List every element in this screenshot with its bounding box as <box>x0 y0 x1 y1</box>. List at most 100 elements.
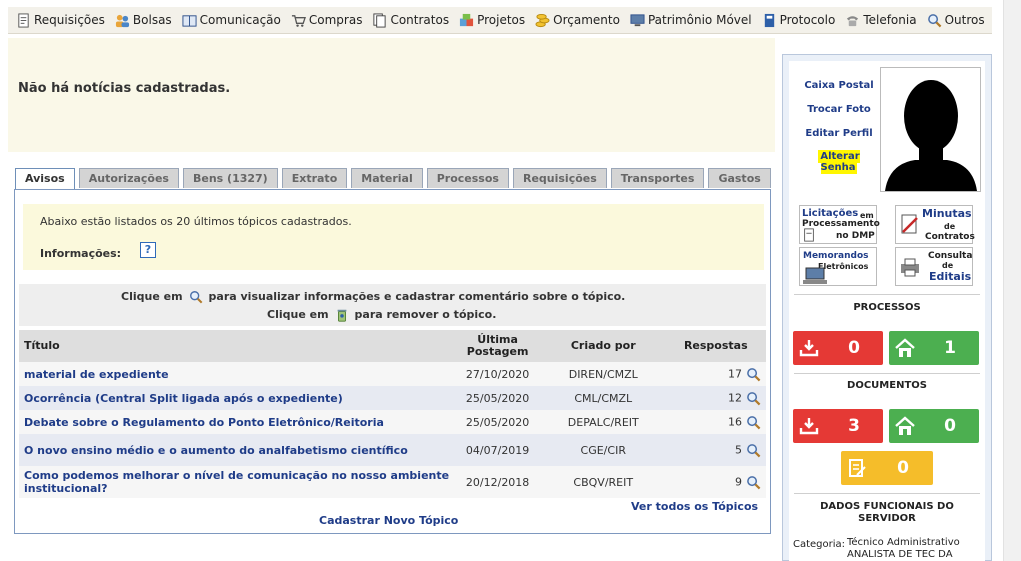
silhouette-icon <box>881 68 980 191</box>
view-topic-icon[interactable] <box>746 443 761 458</box>
menu-compras[interactable]: Compras <box>291 13 362 28</box>
categoria-value: Técnico Administrativo <box>847 537 960 548</box>
news-box: Não há notícias cadastradas. <box>8 38 775 152</box>
new-topic-link[interactable]: Cadastrar Novo Tópico <box>319 514 458 527</box>
view-topic-icon[interactable] <box>746 367 761 382</box>
menu-projetos[interactable]: Projetos <box>459 13 525 28</box>
topic-replies-cell: 16 <box>665 410 766 434</box>
coins-icon <box>535 13 550 27</box>
tab-bar: Avisos Autorizações Bens (1327) Extrato … <box>15 168 775 190</box>
avatar <box>880 67 981 192</box>
topic-replies-cell: 5 <box>665 434 766 466</box>
menu-outros[interactable]: Outros <box>927 13 985 28</box>
minutas-button[interactable]: Minutas de Contratos <box>895 205 975 244</box>
divider <box>794 373 980 374</box>
all-topics-link[interactable]: Ver todos os Tópicos <box>631 500 758 513</box>
info-box: Abaixo estão listados os 20 últimos tópi… <box>23 204 764 270</box>
menu-protocolo[interactable]: Protocolo <box>762 13 835 28</box>
binder-icon <box>764 13 774 27</box>
memorandos-button[interactable]: Memorandos Eletrônicos <box>799 247 877 286</box>
documentos-pending-button[interactable]: 0 <box>841 451 933 485</box>
people-icon <box>115 14 129 27</box>
search-icon <box>927 13 941 27</box>
processos-inbox-count: 0 <box>848 338 860 358</box>
header-last-post: Última Postagem <box>454 330 541 362</box>
magnifier-icon <box>189 291 202 304</box>
menu-orcamento[interactable]: Orçamento <box>535 13 620 28</box>
menu-patrimonio-movel[interactable]: Patrimônio Móvel <box>630 13 752 28</box>
processos-home-count: 1 <box>944 338 956 358</box>
processos-title: PROCESSOS <box>853 302 921 313</box>
topic-created-by: CML/CMZL <box>540 386 666 410</box>
table-row: material de expediente 27/10/2020 DIREN/… <box>19 362 766 386</box>
categoria-label: Categoria: <box>793 539 846 550</box>
table-row: Debate sobre o Regulamento do Ponto Elet… <box>19 410 766 434</box>
help-icon[interactable]: ? <box>140 242 156 258</box>
mailbox-link[interactable]: Caixa Postal <box>799 80 879 91</box>
header-title: Título <box>19 330 455 362</box>
tab-material[interactable]: Material <box>351 168 423 188</box>
change-photo-link[interactable]: Trocar Foto <box>799 104 879 115</box>
editais-line3: Editais <box>929 270 972 283</box>
menu-contratos[interactable]: Contratos <box>372 12 449 28</box>
documentos-inbox-button[interactable]: 3 <box>793 409 883 443</box>
topic-last-post: 20/12/2018 <box>454 466 541 498</box>
processos-inbox-button[interactable]: 0 <box>793 331 883 365</box>
tab-gastos[interactable]: Gastos <box>708 168 771 188</box>
editais-button[interactable]: Consulta de Editais <box>895 247 973 286</box>
view-topic-icon[interactable] <box>746 415 761 430</box>
menu-requisicoes[interactable]: Requisições <box>16 12 105 28</box>
dados-title: DADOS FUNCIONAIS DO SERVIDOR <box>820 501 954 524</box>
tab-autorizacoes[interactable]: Autorizações <box>78 168 179 188</box>
page-scrollbar[interactable] <box>1003 0 1021 561</box>
info-label: Informações: <box>40 247 122 260</box>
menu-telefonia[interactable]: Telefonia <box>845 13 917 28</box>
topic-title-link[interactable]: Como podemos melhorar o nível de comunic… <box>19 466 455 498</box>
topic-replies-cell: 12 <box>665 386 766 410</box>
table-row: O novo ensino médio e o aumento do analf… <box>19 434 766 466</box>
menu-label: Outros <box>944 13 985 27</box>
change-password-link[interactable]: Alterar Senha <box>799 150 879 174</box>
topic-title-link[interactable]: O novo ensino médio e o aumento do analf… <box>19 434 455 466</box>
legend-view-pre: Clique em <box>121 290 183 303</box>
side-panel-inner: Caixa Postal Trocar Foto Editar Perfil A… <box>789 61 985 561</box>
menu-label: Patrimônio Móvel <box>647 13 752 27</box>
cargo-value: ANALISTA DE TEC DA <box>847 549 953 560</box>
documentos-inbox-count: 3 <box>848 416 860 436</box>
tab-bens[interactable]: Bens (1327) <box>182 168 278 188</box>
menu-bolsas[interactable]: Bolsas <box>115 13 172 28</box>
minutas-line3: Contratos <box>925 232 975 242</box>
topic-title-link[interactable]: Debate sobre o Regulamento do Ponto Elet… <box>19 410 455 434</box>
document-icon <box>18 12 29 28</box>
menu-label: Comunicação <box>199 13 281 27</box>
licitacoes-button[interactable]: Licitações em Processamento no DMP <box>799 205 880 244</box>
info-text: Abaixo estão listados os 20 últimos tópi… <box>40 215 352 228</box>
header-replies: Respostas <box>665 330 766 362</box>
tab-extrato[interactable]: Extrato <box>281 168 348 188</box>
printer-icon <box>901 258 919 277</box>
menu-label: Requisições <box>34 13 105 27</box>
topic-title-link[interactable]: Ocorrência (Central Split ligada após o … <box>19 386 455 410</box>
topic-last-post: 27/10/2020 <box>454 362 541 386</box>
tab-processos[interactable]: Processos <box>426 168 509 188</box>
processos-home-button[interactable]: 1 <box>889 331 979 365</box>
topic-title-link[interactable]: material de expediente <box>19 362 455 386</box>
contract-pen-icon <box>901 214 918 234</box>
minutas-line1: Minutas <box>922 207 972 220</box>
documentos-home-count: 0 <box>944 416 956 436</box>
legend-remove-post: para remover o tópico. <box>354 308 497 321</box>
puzzle-icon <box>460 13 474 26</box>
tab-transportes[interactable]: Transportes <box>610 168 705 188</box>
view-topic-icon[interactable] <box>746 391 761 406</box>
menu-comunicacao[interactable]: Comunicação <box>182 13 281 28</box>
home-icon <box>889 409 921 443</box>
tab-requisicoes[interactable]: Requisições <box>512 168 607 188</box>
topic-created-by: CBQV/REIT <box>540 466 666 498</box>
menu-label: Telefonia <box>863 13 917 27</box>
topic-created-by: DEPALC/REIT <box>540 410 666 434</box>
documentos-home-button[interactable]: 0 <box>889 409 979 443</box>
tab-avisos[interactable]: Avisos <box>15 168 75 190</box>
main-menu-bar: Requisições Bolsas Comunicação Compras C… <box>8 7 992 34</box>
edit-profile-link[interactable]: Editar Perfil <box>799 128 879 139</box>
view-topic-icon[interactable] <box>746 475 761 490</box>
